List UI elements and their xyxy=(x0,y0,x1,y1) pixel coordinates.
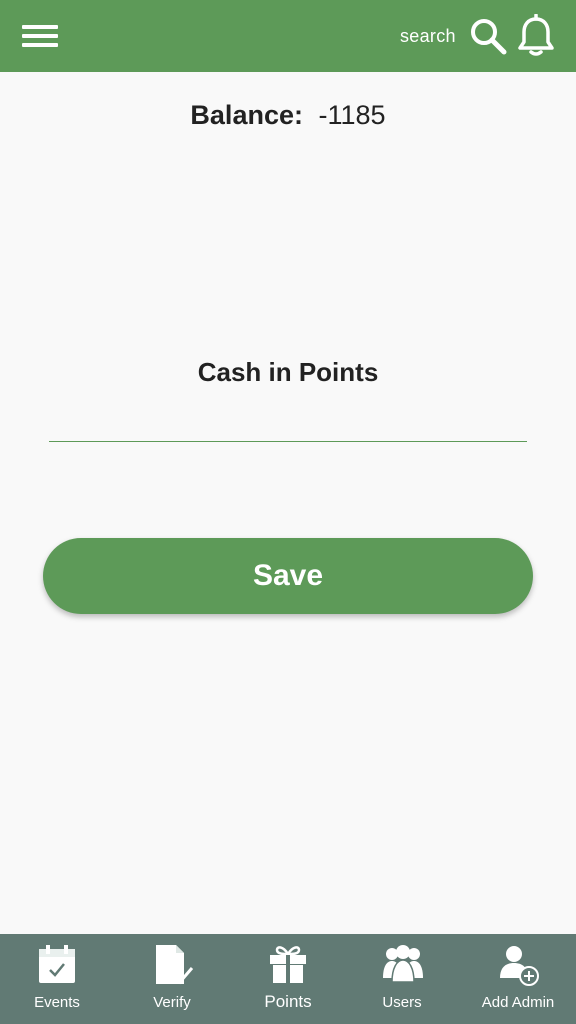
save-button[interactable]: Save xyxy=(43,538,533,614)
bottom-navigation: Events Verify Points Users Add Admin xyxy=(0,934,576,1024)
search-label[interactable]: search xyxy=(400,26,456,47)
nav-item-add-admin[interactable]: Add Admin xyxy=(472,934,564,1024)
document-check-icon xyxy=(156,945,194,985)
top-app-bar: search xyxy=(0,0,576,72)
calendar-check-icon xyxy=(39,945,75,983)
nav-label-add-admin: Add Admin xyxy=(481,994,555,1011)
nav-item-verify[interactable]: Verify xyxy=(127,934,217,1024)
menu-icon[interactable] xyxy=(20,22,60,50)
gift-icon xyxy=(270,946,306,983)
nav-label-events: Events xyxy=(34,994,80,1011)
cash-in-title: Cash in Points xyxy=(197,357,379,387)
search-icon[interactable] xyxy=(468,16,508,56)
nav-item-points[interactable]: Points xyxy=(243,934,333,1024)
cash-in-points-input[interactable] xyxy=(49,400,527,442)
nav-label-users: Users xyxy=(382,994,422,1011)
bell-icon[interactable] xyxy=(516,14,556,58)
balance-row: Balance: -1185 xyxy=(0,100,576,131)
add-user-icon xyxy=(500,946,539,986)
nav-item-events[interactable]: Events xyxy=(12,934,102,1024)
balance-value: -1185 xyxy=(318,100,386,130)
nav-label-verify: Verify xyxy=(153,994,191,1011)
nav-item-users[interactable]: Users xyxy=(357,934,447,1024)
balance-label: Balance: xyxy=(190,100,303,130)
nav-label-points: Points xyxy=(264,992,312,1011)
users-group-icon xyxy=(383,945,423,983)
